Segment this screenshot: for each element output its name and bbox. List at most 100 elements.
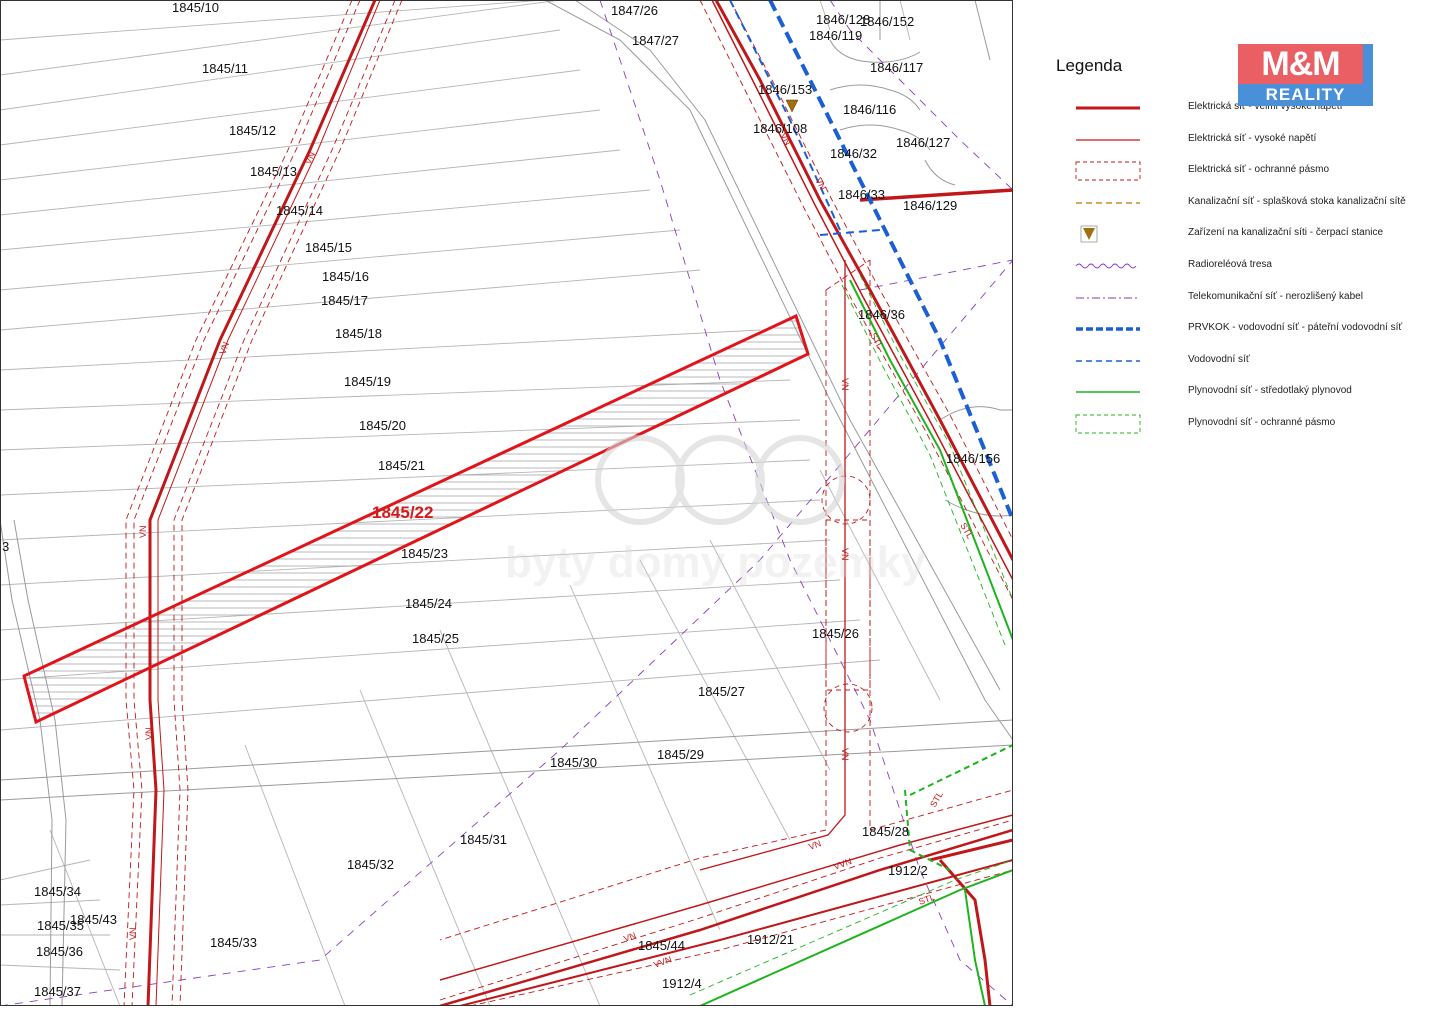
legend-symbol-gas_zone — [1075, 414, 1141, 434]
legend-item-telecom: Telekomunikační síť - nerozlišený kabel — [1040, 286, 1430, 310]
parcel-label: 1845/27 — [698, 684, 745, 699]
legend-symbol-vvn — [1076, 106, 1140, 110]
parcel-label: 1845/34 — [34, 884, 81, 899]
legend-item-gas: Plynovodní síť - středotlaký plynovod — [1040, 380, 1430, 404]
network-label-stl: STL — [917, 892, 936, 907]
legend-item-water: Vodovodní síť — [1040, 349, 1430, 373]
parcel-label: 1845/21 — [378, 458, 425, 473]
parcel-label: 1845/16 — [322, 269, 369, 284]
parcel-label: 1845/29 — [657, 747, 704, 762]
legend-symbol-sewer — [1076, 202, 1140, 204]
network-label-vn: VN — [840, 748, 850, 761]
parcel-label: 1845/23 — [401, 546, 448, 561]
legend-item-el_zone: Elektrická síť - ochranné pásmo — [1040, 159, 1430, 183]
power-protection-zones — [123, 0, 1013, 1006]
parcel-label: 1845/28 — [862, 824, 909, 839]
parcel-label: 1845/15 — [305, 240, 352, 255]
parcel-label: 1846/32 — [830, 146, 877, 161]
parcel-label: 1845/18 — [335, 326, 382, 341]
parcel-label: 1846/33 — [838, 187, 885, 202]
legend-label: Vodovodní síť — [1188, 353, 1250, 365]
parcel-label: 1845/37 — [34, 984, 81, 999]
parcel-label: 1845/32 — [347, 857, 394, 872]
parcel-label: 1846/156 — [946, 451, 1000, 466]
protection-circles — [821, 475, 873, 733]
parcel-label: 1846/116 — [843, 102, 896, 117]
legend-title: Legenda — [1056, 56, 1123, 75]
legend-symbol-telecom — [1076, 297, 1140, 299]
brand-logo: M&M REALITY — [1238, 44, 1373, 108]
logo-bottom-text: REALITY — [1238, 84, 1373, 106]
legend-symbol-el_zone — [1075, 161, 1141, 181]
highlighted-parcel-label: 1845/22 — [372, 503, 433, 522]
legend-label: Plynovodní síť - ochranné pásmo — [1188, 417, 1336, 428]
parcel-label: 1846/117 — [870, 60, 923, 75]
legend-label: Radioreléová tresa — [1188, 259, 1272, 270]
parcel-label: 1845/11 — [202, 61, 248, 76]
network-label-vn: VN — [840, 548, 850, 561]
network-label-vn: VN — [840, 378, 850, 391]
parcel-label: 1846/153 — [758, 82, 812, 97]
pump-station-icon — [785, 99, 799, 113]
logo-top-text: M&M — [1238, 44, 1363, 84]
legend-label: PRVKOK - vodovodní síť - páteřní vodovod… — [1188, 322, 1403, 334]
parcel-label: 1846/152 — [860, 14, 914, 29]
legend-item-pump: Zařízení na kanalizační síti - čerpací s… — [1040, 222, 1430, 246]
parcel-label: 1846/129 — [903, 198, 957, 213]
cadastral-map: byty domy pozemky VN VN VN VN VN VN VN VN VN VN VN… — [0, 0, 1015, 1007]
parcel-label: 1912/21 — [747, 932, 794, 947]
legend-label: Telekomunikační síť - nerozlišený kabel — [1188, 290, 1363, 302]
parcel-label: 1845/33 — [210, 935, 257, 950]
parcel-label: 1845/43 — [70, 912, 117, 927]
parcel-label: 1845/24 — [405, 596, 452, 611]
network-label-vvn: VVN — [832, 856, 853, 872]
parcel-label: 1845/10 — [172, 0, 219, 15]
parcel-label: 1845/17 — [321, 293, 368, 308]
legend-item-radio: Radioreléová tresa — [1040, 254, 1430, 278]
legend-symbol-vn — [1076, 138, 1140, 141]
logo-side-strip — [1363, 44, 1373, 84]
legend-symbol-water — [1076, 360, 1140, 362]
network-label-vn: VN — [144, 727, 154, 740]
parcel-label: 1846/127 — [896, 135, 950, 150]
parcel-label: 1846/108 — [753, 121, 807, 136]
parcel-label: 1845/12 — [229, 123, 276, 138]
parcel-label: 1845/30 — [550, 755, 597, 770]
watermark-text: byty domy pozemky — [505, 538, 926, 587]
parcel-label: 3 — [2, 539, 9, 554]
legend-item-water_main: PRVKOK - vodovodní síť - páteřní vodovod… — [1040, 317, 1430, 341]
parcel-label: 1845/26 — [812, 626, 859, 641]
legend-label: Kanalizační síť - splašková stoka kanali… — [1188, 195, 1406, 207]
parcel-label: 1845/13 — [250, 164, 297, 179]
legend-symbol-water_main — [1076, 327, 1140, 331]
parcel-label: 1912/2 — [888, 863, 928, 878]
parcel-label: 1845/44 — [638, 938, 685, 953]
network-label-stl: STL — [928, 790, 945, 809]
network-label-vn: VN — [303, 150, 317, 166]
legend-item-sewer: Kanalizační síť - splašková stoka kanali… — [1040, 191, 1430, 215]
parcel-label: 1845/31 — [460, 832, 507, 847]
legend-symbol-radio — [1075, 263, 1137, 269]
network-label-vn: VN — [128, 927, 138, 940]
legend-item-gas_zone: Plynovodní síť - ochranné pásmo — [1040, 412, 1430, 436]
legend-label: Elektrická síť - vysoké napětí — [1188, 132, 1317, 144]
parcel-label: 1845/14 — [276, 203, 323, 218]
map-canvas: byty domy pozemky VNVNVNVNVNVNVNVNVNVNVN… — [0, 0, 1013, 1006]
legend-item-vn: Elektrická síť - vysoké napětí — [1040, 128, 1430, 152]
parcel-label: 1845/36 — [36, 944, 83, 959]
legend-label: Zařízení na kanalizační síti - čerpací s… — [1188, 227, 1384, 239]
parcel-label: 1912/4 — [662, 976, 702, 991]
parcel-label: 1845/19 — [344, 374, 391, 389]
parcel-label: 1846/36 — [858, 307, 905, 322]
network-label-vn: VN — [138, 525, 148, 538]
legend-label: Plynovodní síť - středotlaký plynovod — [1188, 385, 1352, 397]
parcel-label: 1847/26 — [611, 3, 658, 18]
legend-label: Elektrická síť - ochranné pásmo — [1188, 164, 1330, 176]
parcel-label: 1846/119 — [809, 28, 862, 43]
parcel-label: 1845/25 — [412, 631, 459, 646]
legend-symbol-pump — [1080, 226, 1098, 243]
network-label-vn: VN — [622, 930, 637, 944]
parcel-label: 1847/27 — [632, 33, 679, 48]
legend-symbol-gas — [1076, 391, 1140, 394]
parcel-label: 1845/20 — [359, 418, 406, 433]
